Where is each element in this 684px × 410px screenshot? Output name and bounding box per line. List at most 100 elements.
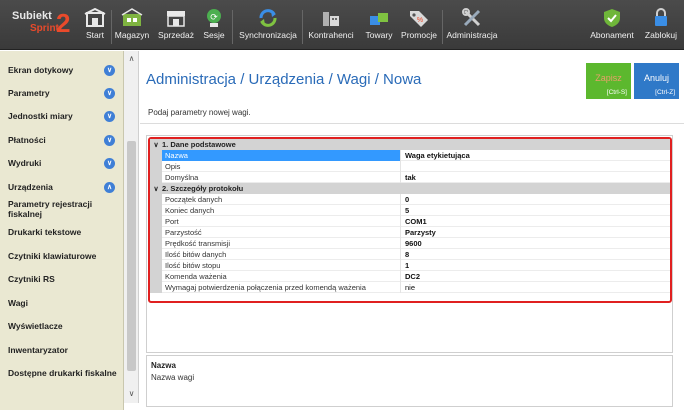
sidebar-subitem-parametry-rejestracji[interactable]: Parametry rejestracji fiskalnej	[0, 199, 118, 219]
warehouse-icon	[121, 8, 143, 26]
sidebar-subitem-label: Czytniki RS	[8, 274, 55, 284]
sidebar-scrollbar[interactable]: ∧ ∨	[124, 51, 139, 403]
toolbar-abonament-button[interactable]: Abonament	[588, 4, 636, 46]
grid-row-predkosc-transmisji[interactable]: Prędkość transmisji 9600	[150, 238, 670, 249]
section-title: 2. Szczegóły protokołu	[162, 184, 244, 193]
toolbar-administracja-label: Administracja	[446, 30, 498, 40]
chevron-down-icon: ∨	[104, 65, 115, 76]
sidebar-subitem-czytniki-rs[interactable]: Czytniki RS	[0, 274, 124, 284]
grid-row-wymagaj-potwierdzenia[interactable]: Wymagaj potwierdzenia połączenia przed k…	[150, 282, 670, 293]
sidebar-item-urzadzenia[interactable]: Urządzenia ∧	[0, 182, 124, 193]
sidebar-item-label: Ekran dotykowy	[8, 65, 74, 75]
toolbar-separator	[111, 10, 112, 44]
property-name: Domyślna	[162, 172, 401, 183]
grid-row-parzystosc[interactable]: Parzystość Parzysty	[150, 227, 670, 238]
svg-text:⟳: ⟳	[210, 12, 218, 22]
sidebar-subitem-wyswietlacze[interactable]: Wyświetlacze	[0, 321, 124, 331]
property-name: Komenda ważenia	[162, 271, 401, 282]
save-button-label: Zapisz	[595, 73, 622, 83]
toolbar-zablokuj-label: Zablokuj	[644, 30, 678, 40]
toolbar-abonament-label: Abonament	[590, 30, 634, 40]
toolbar-promocje-button[interactable]: % Promocje	[400, 4, 438, 46]
page-subtitle: Podaj parametry nowej wagi.	[148, 108, 251, 117]
toolbar-magazyn-button[interactable]: Magazyn	[113, 4, 151, 46]
grid-row-komenda-wazenia[interactable]: Komenda ważenia DC2	[150, 271, 670, 282]
grid-row-port[interactable]: Port COM1	[150, 216, 670, 227]
sidebar-item-jednostki-miary[interactable]: Jednostki miary ∨	[0, 111, 124, 122]
property-value[interactable]: Parzysty	[402, 227, 670, 238]
scroll-down-icon[interactable]: ∨	[124, 388, 139, 400]
grid-section-header[interactable]: ∨ 2. Szczegóły protokołu	[150, 183, 670, 194]
lock-icon	[655, 8, 667, 26]
property-value[interactable]: 5	[402, 205, 670, 216]
sidebar-item-ekran-dotykowy[interactable]: Ekran dotykowy ∨	[0, 65, 124, 76]
property-name: Koniec danych	[162, 205, 401, 216]
property-value[interactable]: Waga etykietująca	[402, 150, 670, 161]
property-value[interactable]: 8	[402, 249, 670, 260]
sidebar-menu: Ekran dotykowy ∨ Parametry ∨ Jednostki m…	[0, 51, 124, 410]
toolbar-kontrahenci-button[interactable]: Kontrahenci	[306, 4, 356, 46]
scrollbar-thumb[interactable]	[127, 141, 136, 371]
property-value[interactable]: 0	[402, 194, 670, 205]
toolbar-promocje-label: Promocje	[401, 30, 437, 40]
property-grid: ∨ 1. Dane podstawowe Nazwa Waga etykietuj…	[148, 137, 672, 303]
sidebar-subitem-inwentaryzator[interactable]: Inwentaryzator	[0, 345, 124, 355]
home-icon	[84, 8, 106, 27]
grid-row-nazwa[interactable]: Nazwa Waga etykietująca	[150, 150, 670, 161]
property-value[interactable]	[402, 161, 670, 172]
toolbar-start-button[interactable]: Start	[82, 4, 108, 46]
shop-icon	[167, 11, 185, 27]
save-button[interactable]: Zapisz [Ctrl-S]	[586, 63, 631, 99]
sidebar-subitem-dostepne-drukarki-fiskalne[interactable]: Dostępne drukarki fiskalne	[0, 368, 124, 378]
property-value[interactable]: 9600	[402, 238, 670, 249]
toolbar-administracja-button[interactable]: Administracja	[446, 4, 498, 46]
sidebar-item-wydruki[interactable]: Wydruki ∨	[0, 158, 124, 169]
property-value[interactable]: nie	[402, 282, 670, 293]
sync-icon	[259, 9, 277, 27]
cancel-button[interactable]: Anuluj [Ctrl-Z]	[634, 63, 679, 99]
property-value[interactable]: COM1	[402, 216, 670, 227]
toolbar-sprzedaz-label: Sprzedaż	[158, 30, 194, 40]
grid-row-ilosc-bitow-stopu[interactable]: Ilość bitów stopu 1	[150, 260, 670, 271]
grid-row-ilosc-bitow-danych[interactable]: Ilość bitów danych 8	[150, 249, 670, 260]
grid-row-domyslna[interactable]: Domyślna tak	[150, 172, 670, 183]
grid-row-opis[interactable]: Opis	[150, 161, 670, 172]
property-description-panel: Nazwa Nazwa wagi	[146, 355, 673, 407]
description-title: Nazwa	[151, 361, 176, 370]
toolbar-synchronizacja-button[interactable]: Synchronizacja	[238, 4, 298, 46]
main-panel: Administracja / Urządzenia / Wagi / Nowa…	[140, 51, 684, 410]
grid-section-header[interactable]: ∨ 1. Dane podstawowe	[150, 139, 670, 150]
toolbar-towary-label: Towary	[365, 30, 393, 40]
logo-line2: Sprint	[30, 23, 59, 34]
property-value[interactable]: 1	[402, 260, 670, 271]
sidebar-subitem-wagi[interactable]: Wagi	[0, 298, 124, 308]
toolbar-sprzedaz-button[interactable]: Sprzedaż	[157, 4, 195, 46]
sidebar-item-parametry[interactable]: Parametry ∨	[0, 88, 124, 99]
toolbar-separator	[232, 10, 233, 44]
cancel-button-label: Anuluj	[643, 73, 670, 83]
sidebar-subitem-drukarki-tekstowe[interactable]: Drukarki tekstowe	[0, 227, 124, 237]
scroll-up-icon[interactable]: ∧	[124, 53, 139, 65]
property-value[interactable]: tak	[402, 172, 670, 183]
toolbar-sesje-button[interactable]: ⟳ Sesje	[201, 4, 227, 46]
page-title: Administracja / Urządzenia / Wagi / Nowa	[146, 71, 422, 88]
toolbar-towary-button[interactable]: Towary	[362, 4, 396, 46]
grid-row-koniec-danych[interactable]: Koniec danych 5	[150, 205, 670, 216]
goods-icon	[370, 13, 388, 25]
session-icon: ⟳	[207, 9, 221, 27]
app-logo: Subiekt Sprint 2	[4, 6, 76, 44]
chevron-down-icon: ∨	[104, 88, 115, 99]
property-name: Początek danych	[162, 194, 401, 205]
toolbar-separator	[302, 10, 303, 44]
property-value[interactable]: DC2	[402, 271, 670, 282]
grid-row-poczatek-danych[interactable]: Początek danych 0	[150, 194, 670, 205]
main-toolbar: Subiekt Sprint 2 Start Magazyn Sprzedaż …	[0, 0, 684, 50]
shield-check-icon	[604, 9, 620, 27]
sidebar-subitem-label: Parametry rejestracji fiskalnej	[8, 199, 93, 219]
sidebar-subitem-label: Drukarki tekstowe	[8, 227, 82, 237]
sidebar-item-platnosci[interactable]: Płatności ∨	[0, 135, 124, 146]
section-title: 1. Dane podstawowe	[162, 140, 236, 149]
sidebar-subitem-czytniki-klawiaturowe[interactable]: Czytniki klawiaturowe	[0, 251, 124, 261]
promotion-tag-icon: %	[410, 11, 428, 27]
toolbar-zablokuj-button[interactable]: Zablokuj	[642, 4, 680, 46]
